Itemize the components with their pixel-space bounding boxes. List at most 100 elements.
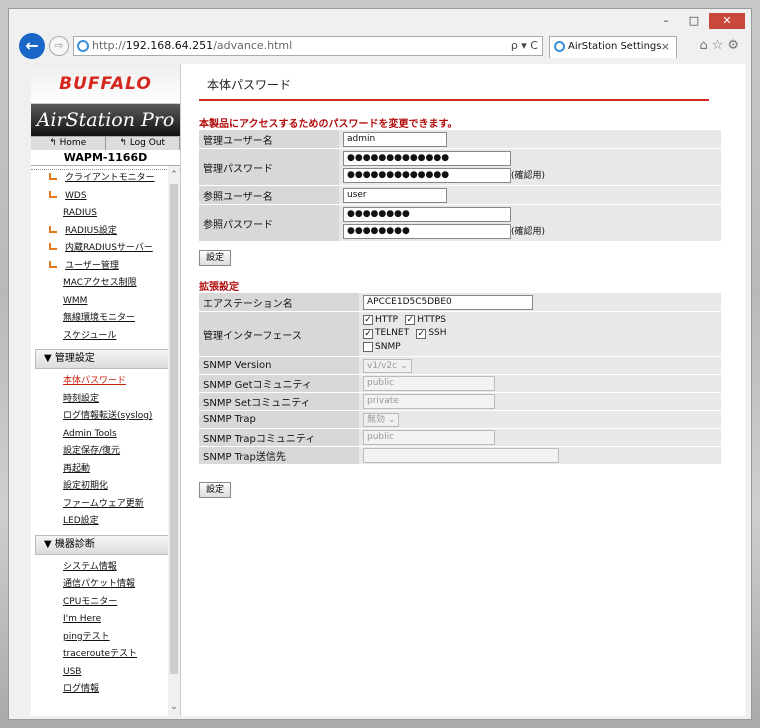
sidebar-item[interactable]: I'm Here [31,611,181,629]
snmp-set-input[interactable]: private [363,394,495,409]
snmp-trap-comm-label: SNMP Trapコミュニティ [199,429,359,446]
sidebar-item[interactable]: 設定保存/復元 [31,443,181,461]
airstation-name-input[interactable]: APCCE1D5C5DBE0 [363,294,533,310]
section-diagnostics[interactable]: ▼ 機器診断 [35,534,177,555]
sidebar-item[interactable]: 時刻設定 [31,391,181,409]
sidebar-item[interactable]: pingテスト [31,629,181,647]
sidebar-item[interactable]: ファームウェア更新 [31,496,181,514]
toolbar-icons[interactable]: ⌂☆⚙ [699,38,743,53]
sidebar-item[interactable]: 無線環境モニター [31,310,181,328]
mgmt-interface-label: 管理インターフェース [199,312,359,356]
snmp-trap-dest-label: SNMP Trap送信先 [199,447,359,464]
tab-title: AirStation Settings [568,41,662,52]
maximize-button[interactable]: □ [681,13,707,29]
sidebar-item[interactable]: 通信パケット情報 [31,576,181,594]
ssh-checkbox[interactable]: ✓ [416,328,427,339]
https-checkbox[interactable]: ✓ [405,315,416,326]
snmp-trap-comm-input[interactable]: public [363,430,495,445]
sidebar-item[interactable]: ユーザー管理 [31,258,181,276]
home-logout-bar: ↰ Home ↰ Log Out [31,136,180,150]
ref-user-input[interactable]: user [343,187,447,203]
section-admin-settings[interactable]: ▼ 管理設定 [35,349,177,369]
password-table: 管理ユーザー名 admin 管理パスワード ●●●●●●●●●●●●● ●●●●… [199,129,721,242]
admin-pass-label: 管理パスワード [199,149,339,185]
sidebar-item-label: LED設定 [63,516,99,526]
sidebar-item[interactable]: 本体パスワード [31,373,181,391]
extended-settings-title: 拡張設定 [199,282,239,293]
sidebar-item[interactable]: LED設定 [31,513,181,531]
sidebar-item-label: pingテスト [63,631,110,642]
sidebar-item[interactable]: クライアントモニター [31,170,181,188]
admin-user-label: 管理ユーザー名 [199,130,339,148]
sidebar-item-label: CPUモニター [63,596,118,607]
set-button-1[interactable]: 設定 [199,250,232,266]
ref-pass-confirm-input[interactable]: ●●●●●●●● [343,224,511,239]
airstation-name-label: エアステーション名 [199,293,359,311]
sidebar-item[interactable]: 再起動 [31,461,181,479]
admin-user-input[interactable]: admin [343,131,447,147]
sidebar-item[interactable]: 設定初期化 [31,478,181,496]
window-controls: – □ ✕ [653,13,745,29]
minimize-button[interactable]: – [653,13,679,29]
browser-window: – □ ✕ ← ⇨ http://192.168.64.251/advance.… [8,8,752,720]
sidebar-item-label: スケジュール [63,330,117,341]
sidebar-item[interactable]: Admin Tools [31,426,181,444]
sidebar-item[interactable]: RADIUS [31,205,181,223]
scroll-thumb[interactable] [170,184,178,674]
browser-tab[interactable]: AirStation Settings × [549,36,677,58]
sidebar-item[interactable]: スケジュール [31,328,181,346]
sidebar-item[interactable]: WDS [31,188,181,206]
ref-pass-input[interactable]: ●●●●●●●● [343,207,511,222]
snmp-version-select[interactable]: v1/v2c ⌄ [363,358,412,373]
ie-icon [77,40,89,52]
http-label: HTTP [375,314,399,325]
admin-confirm-label: (確認用) [511,171,546,181]
ref-user-label: 参照ユーザー名 [199,186,339,204]
sidebar-item[interactable]: ログ情報 [31,681,181,699]
sidebar-item-label: 内蔵RADIUSサーバー [65,243,153,253]
close-button[interactable]: ✕ [709,13,745,29]
sidebar-item-label: クライアントモニター [65,173,155,183]
sidebar-item-label: 無線環境モニター [63,313,136,323]
https-label: HTTPS [417,314,446,325]
sidebar-item[interactable]: RADIUS設定 [31,223,181,241]
sidebar-item[interactable]: システム情報 [31,559,181,577]
url-field[interactable]: http://192.168.64.251/advance.html ρ ▾ C [73,36,543,56]
admin-pass-input[interactable]: ●●●●●●●●●●●●● [343,151,511,166]
tab-close-icon[interactable]: × [661,37,670,57]
sidebar-item[interactable]: USB [31,664,181,682]
sidebar-menu: クライアントモニター WDS RADIUS RADIUS設定内蔵RADIUSサーバーユ… [31,166,181,716]
sidebar-item-label: ログ情報転送(syslog) [63,411,153,421]
search-refresh-icons[interactable]: ρ ▾ C [511,37,538,55]
sidebar-item-label: I'm Here [63,614,102,624]
sidebar-scrollbar[interactable]: ⌃ ⌄ [168,166,180,716]
logout-button[interactable]: ↰ Log Out [106,137,180,150]
sidebar-item[interactable]: tracerouteテスト [31,646,181,664]
sidebar-item[interactable]: MACアクセス制限 [31,275,181,293]
set-button-2[interactable]: 設定 [199,482,232,498]
sidebar-item-label: 再起動 [63,463,91,474]
sidebar-item[interactable]: 内蔵RADIUSサーバー [31,240,181,258]
snmp-trap-select[interactable]: 無効 ⌄ [363,412,400,427]
snmp-get-input[interactable]: public [363,376,495,391]
forward-button[interactable]: ⇨ [49,36,69,56]
sidebar-item[interactable]: WMM [31,293,181,311]
sidebar-item[interactable]: ログ情報転送(syslog) [31,408,181,426]
sidebar-item-label: tracerouteテスト [63,649,138,659]
telnet-checkbox[interactable]: ✓ [363,328,373,339]
http-checkbox[interactable]: ✓ [363,315,373,326]
url-path: /advance.html [213,39,293,52]
sidebar-item-label: Admin Tools [63,428,117,439]
url-protocol: http:// [92,39,126,52]
sidebar-item[interactable]: CPUモニター [31,594,181,612]
snmp-checkbox[interactable] [363,342,373,353]
back-button[interactable]: ← [19,33,45,59]
extended-table: エアステーション名 APCCE1D5C5DBE0 管理インターフェース ✓ HTT… [199,292,721,465]
sidebar-item-label: 本体パスワード [63,376,127,386]
address-bar-row: ← ⇨ http://192.168.64.251/advance.html ρ… [17,33,745,61]
home-button[interactable]: ↰ Home [31,137,106,150]
snmp-trap-dest-input[interactable] [363,448,559,463]
scroll-down-icon[interactable]: ⌄ [168,702,180,714]
scroll-up-icon[interactable]: ⌃ [168,170,180,182]
admin-pass-confirm-input[interactable]: ●●●●●●●●●●●●● [343,168,511,183]
